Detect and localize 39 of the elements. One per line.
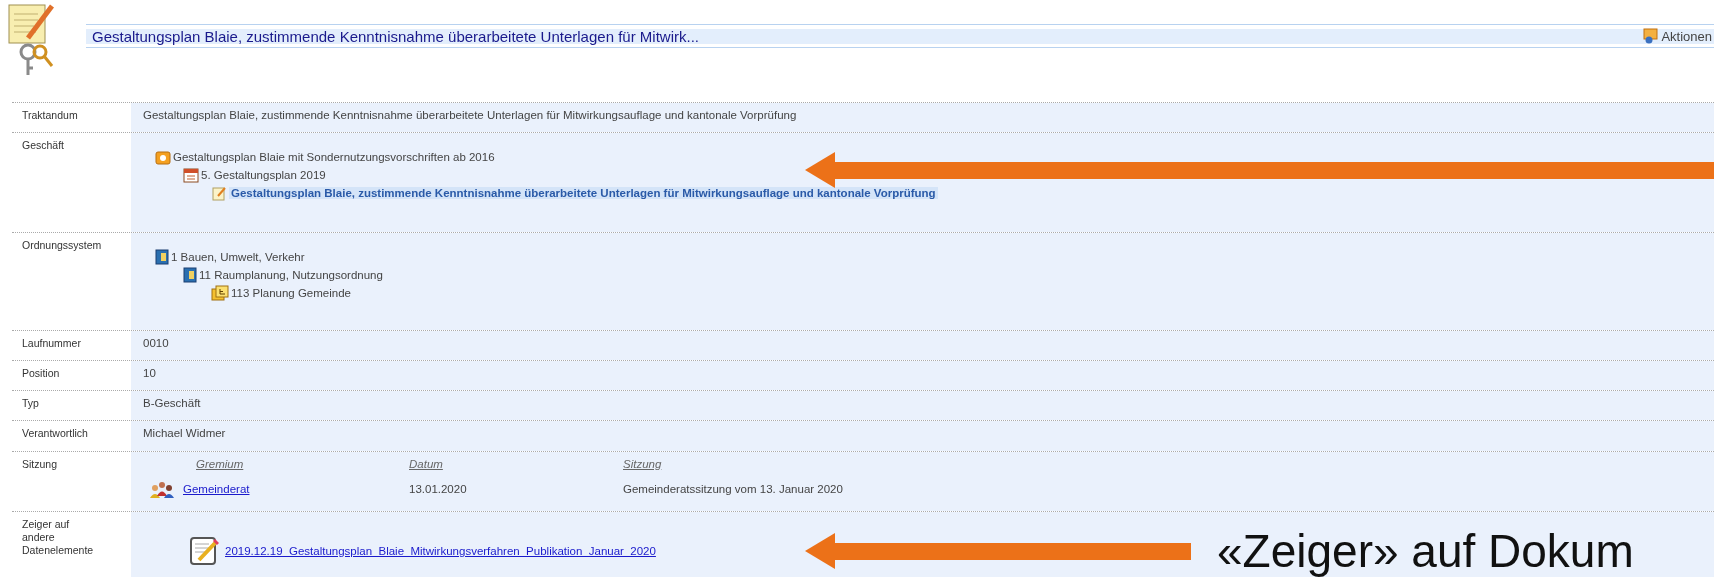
field-label: Ordnungssystem: [21, 238, 103, 253]
field-value: 0010: [142, 337, 169, 349]
folder-icon: [155, 149, 171, 165]
field-label: Geschäft: [21, 138, 66, 153]
tree-item[interactable]: 113 Planung Gemeinde: [231, 287, 351, 299]
field-label: Zeiger auf andere Datenelemente: [21, 517, 95, 558]
tree-item[interactable]: 11 Raumplanung, Nutzungsordnung: [199, 269, 383, 281]
committee-link[interactable]: Gemeinderat: [179, 483, 250, 495]
field-value: 10: [142, 367, 156, 379]
document-link[interactable]: 2019.12.19_Gestaltungsplan_Blaie_Mitwirkungsverfahren_Publikation_Januar_2020: [221, 545, 656, 557]
table-cell-text: Gemeinderatssitzung vom 13. Januar 2020: [623, 482, 844, 497]
field-label: Verantwortlich: [21, 426, 89, 441]
register-icon: [211, 285, 229, 301]
column-header: Gremium: [195, 458, 245, 470]
column-header: Sitzung: [623, 458, 663, 470]
field-label: Traktandum: [21, 108, 79, 123]
binder-icon: [155, 249, 169, 265]
page-title: Gestaltungsplan Blaie, zustimmende Kenntnisnahme überarbeitete Unterlagen für Mitwirk...: [91, 27, 699, 45]
tree-item[interactable]: Gestaltungsplan Blaie mit Sondernutzungsvorschriften ab 2016: [173, 151, 495, 163]
actions-button[interactable]: Aktionen: [1643, 28, 1714, 44]
field-label: Position: [21, 366, 61, 381]
calendar-icon: [183, 167, 199, 183]
annotation-caption: «Zeiger» auf Dokum: [1217, 524, 1634, 577]
document-pencil-icon: [189, 536, 219, 566]
people-icon: [149, 480, 175, 498]
note-pencil-icon: [211, 185, 227, 201]
tree-item[interactable]: Gestaltungsplan Blaie, zustimmende Kenntnisnahme überarbeitete Unterlagen für Mitwirkungsauflage und kantonale Vorprüfung: [229, 187, 938, 199]
field-value: Gestaltungsplan Blaie, zustimmende Kenntnisnahme überarbeitete Unterlagen für Mitwirkungsauflage und kantonale Vorprüfung: [142, 109, 797, 121]
field-label: Sitzung: [21, 457, 59, 472]
field-label: Laufnummer: [21, 336, 82, 351]
actions-icon: [1643, 28, 1660, 44]
binder-icon: [183, 267, 197, 283]
column-header: Datum: [409, 458, 444, 470]
table-cell-text: 13.01.2020: [409, 482, 468, 497]
tree-item[interactable]: 1 Bauen, Umwelt, Verkehr: [171, 251, 305, 263]
field-value: Michael Widmer: [142, 427, 226, 439]
tree-item[interactable]: 5. Gestaltungsplan 2019: [201, 169, 326, 181]
field-value: B-Geschäft: [142, 397, 201, 409]
field-label: Typ: [21, 396, 40, 411]
